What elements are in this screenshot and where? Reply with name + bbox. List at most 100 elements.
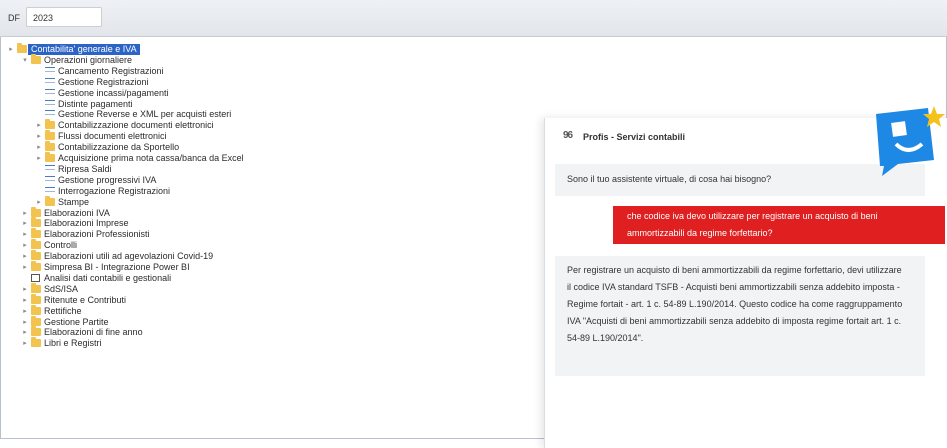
folder-icon [31, 337, 41, 348]
folder-icon [45, 130, 55, 141]
tree-item-label: Elaborazioni IVA [44, 207, 110, 218]
document-icon [45, 186, 55, 195]
tree-item[interactable]: ▸ Elaborazioni utili ad agevolazioni Covi… [0, 250, 520, 262]
expand-toggle-icon[interactable]: ▸ [21, 284, 29, 295]
folder-icon [45, 152, 55, 162]
assistant-reply-bubble: Per registrare un acquisto di beni ammor… [555, 256, 925, 376]
tree-item[interactable]: ▸ Elaborazioni di fine anno [0, 326, 520, 338]
tree-item[interactable]: ▸ Elaborazioni IVA [0, 206, 520, 219]
tree-item[interactable]: ▸ Acquisizione prima nota cassa/banca da … [0, 152, 520, 164]
tree-item[interactable]: Distinte pagamenti [0, 99, 520, 110]
document-icon [45, 175, 55, 184]
folder-icon [31, 206, 41, 217]
folder-icon [31, 304, 41, 315]
expand-toggle-icon[interactable]: ▸ [21, 229, 29, 240]
expand-toggle-icon[interactable]: ▸ [21, 240, 29, 251]
tree-item-label: Contabilita' generale e IVA [28, 44, 140, 55]
tree-item-label: Simpresa BI - Integrazione Power BI [44, 262, 190, 272]
expand-toggle-icon[interactable]: ▸ [21, 317, 29, 328]
tree-item-label: Contabilizzazione documenti elettronici [58, 120, 214, 131]
folder-icon [31, 261, 41, 271]
tree-item-label: Rettifiche [44, 305, 82, 316]
user-message-bubble: che codice iva devo utilizzare per regis… [613, 206, 945, 244]
tree-item[interactable]: ▸ Simpresa BI - Integrazione Power BI [0, 261, 520, 273]
expand-toggle-icon[interactable]: ▸ [21, 208, 29, 219]
document-icon [45, 99, 55, 108]
expand-toggle-icon[interactable]: ▸ [35, 131, 43, 142]
tree-item[interactable]: Gestione incassi/pagamenti [0, 88, 520, 99]
document-icon [45, 77, 55, 86]
tree-item-label: Elaborazioni utili ad agevolazioni Covid… [44, 251, 214, 262]
folder-icon [45, 119, 55, 130]
expand-toggle-icon[interactable]: ▸ [35, 197, 43, 208]
tree-item[interactable]: ▾ Operazioni giornaliere [0, 53, 520, 66]
tree-item[interactable]: ▸ Elaborazioni Imprese [0, 217, 520, 229]
df-label: DF [8, 13, 20, 23]
tree-item-label: Gestione incassi/pagamenti [58, 87, 169, 98]
tree-item[interactable]: ▸ Flussi documenti elettronici [0, 130, 520, 142]
document-icon [45, 88, 55, 97]
tree-item-label: Flussi documenti elettronici [58, 131, 167, 142]
expand-toggle-icon[interactable]: ▸ [35, 153, 43, 164]
tree-item[interactable]: Gestione progressivi IVA [0, 175, 520, 186]
expand-toggle-icon[interactable]: ▸ [7, 44, 15, 55]
tree-item[interactable]: ▸ Rettifiche [0, 304, 520, 317]
expand-toggle-icon[interactable]: ▸ [35, 142, 43, 153]
tree-item[interactable]: ▸ Contabilizzazione documenti elettronici [0, 119, 520, 131]
tree-item-label: Interrogazione Registrazioni [58, 185, 171, 196]
expand-toggle-icon[interactable]: ▾ [21, 55, 29, 66]
tree-item-label: Contabilizzazione da Sportello [58, 142, 180, 153]
expand-toggle-icon[interactable]: ▸ [21, 327, 29, 338]
tree-item[interactable]: Analisi dati contabili e gestionali [0, 273, 520, 284]
year-field[interactable]: 2023 [26, 7, 102, 27]
expand-toggle-icon[interactable]: ▸ [35, 120, 43, 131]
tree-item[interactable]: ▸ Controlli [0, 239, 520, 251]
tree-item-label: Ritenute e Contributi [44, 294, 127, 305]
expand-toggle-icon[interactable]: ▸ [21, 262, 29, 273]
expand-toggle-icon[interactable]: ▸ [21, 218, 29, 229]
profis-logo-icon: 96 [563, 130, 573, 141]
tree-item[interactable]: ▸ Stampe [0, 195, 520, 208]
tree-item[interactable]: ▸ Gestione Partite [0, 315, 520, 328]
tree-item[interactable]: Cancamento Registrazioni [0, 66, 520, 77]
folder-icon [45, 195, 55, 206]
tree-item-label: Cancamento Registrazioni [58, 65, 164, 76]
tree-item[interactable]: ▸ Elaborazioni Professionisti [0, 228, 520, 240]
folder-icon [31, 326, 41, 337]
folder-icon [31, 53, 41, 64]
tree-item[interactable]: Gestione Registrazioni [0, 77, 520, 88]
assistant-reply-text: Per registrare un acquisto di beni ammor… [567, 265, 903, 343]
tree-item-label: SdS/ISA [44, 283, 79, 294]
tree-item[interactable]: ▸ Contabilita' generale e IVA [0, 43, 520, 55]
checkbox-icon [31, 273, 40, 282]
tree-item-label: Controlli [44, 240, 78, 251]
document-icon [45, 110, 55, 118]
tree-item-label: Operazioni giornaliere [44, 54, 133, 65]
folder-icon [31, 250, 41, 261]
expand-toggle-icon[interactable]: ▸ [21, 251, 29, 262]
tree-item[interactable]: ▸ SdS/ISA [0, 282, 520, 295]
tree-item[interactable]: Interrogazione Registrazioni [0, 186, 520, 197]
folder-icon [17, 43, 27, 53]
expand-toggle-icon[interactable]: ▸ [21, 338, 29, 349]
folder-icon [31, 217, 41, 228]
expand-toggle-icon[interactable]: ▸ [21, 295, 29, 306]
tree-item[interactable]: ▸ Libri e Registri [0, 337, 520, 349]
toolbar: DF 2023 [0, 0, 947, 37]
tree-item-label: Libri e Registri [44, 338, 102, 349]
tree-item-label: Distinte pagamenti [58, 98, 133, 109]
assistant-chat-icon[interactable] [868, 104, 947, 184]
folder-icon [31, 282, 41, 293]
tree-item[interactable]: Gestione Reverse e XML per acquisti este… [0, 109, 520, 120]
document-icon [45, 66, 55, 75]
tree-item[interactable]: ▸ Contabilizzazione da Sportello [0, 141, 520, 153]
expand-toggle-icon[interactable]: ▸ [21, 306, 29, 317]
document-icon [45, 164, 55, 173]
folder-icon [31, 239, 41, 250]
folder-icon [31, 293, 41, 304]
tree-item[interactable]: Ripresa Saldi [0, 164, 520, 175]
assistant-greeting-text: Sono il tuo assistente virtuale, di cosa… [567, 174, 772, 184]
tree-item-label: Acquisizione prima nota cassa/banca da E… [58, 153, 244, 163]
tree-item[interactable]: ▸ Ritenute e Contributi [0, 293, 520, 306]
tree-item-label: Gestione progressivi IVA [58, 174, 157, 185]
